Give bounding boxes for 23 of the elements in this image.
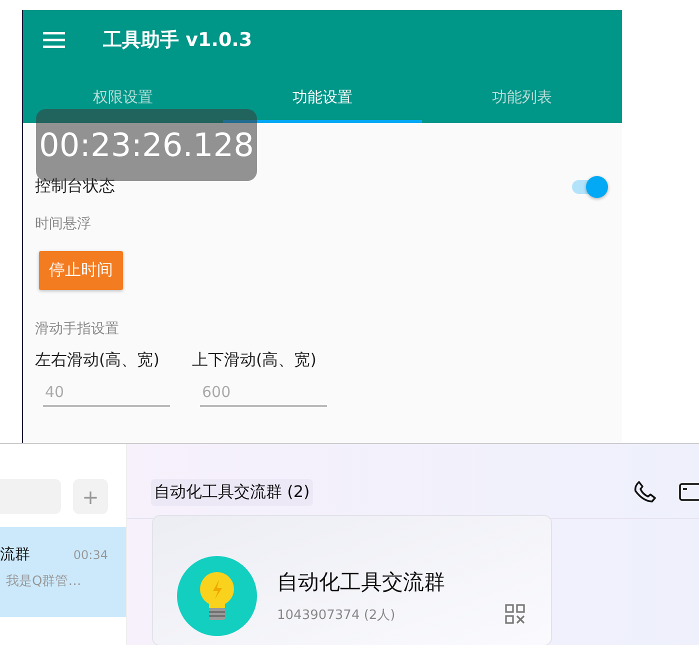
conversation-name: 流群 <box>0 545 30 564</box>
message-preview: 我是Q群管… <box>5 573 82 590</box>
conversation-item[interactable]: 流群 00:34 我是Q群管… <box>0 527 126 617</box>
add-button[interactable]: + <box>73 479 108 514</box>
field-label: 上下滑动(高、宽) <box>192 350 318 371</box>
qr-code-icon[interactable] <box>505 604 525 624</box>
phone-icon[interactable] <box>633 480 657 504</box>
lightbulb-icon <box>177 556 257 636</box>
stop-time-button[interactable]: 停止时间 <box>39 251 123 290</box>
menu-icon[interactable] <box>43 32 65 48</box>
section-label: 时间悬浮 <box>35 215 91 233</box>
field-label: 左右滑动(高、宽) <box>35 350 160 371</box>
input-field[interactable]: 40 <box>43 379 170 407</box>
conversation-time: 00:34 <box>73 548 108 562</box>
section-label: 滑动手指设置 <box>35 320 119 338</box>
group-name: 自动化工具交流群 <box>277 569 445 596</box>
app-title: 工具助手 v1.0.3 <box>103 28 252 53</box>
group-number: 1043907374 (2人) <box>277 607 396 624</box>
input-field[interactable]: 600 <box>200 379 327 407</box>
tab[interactable]: 功能设置 <box>222 70 422 123</box>
tab[interactable]: 功能列表 <box>422 70 622 123</box>
window-icon[interactable] <box>679 482 699 502</box>
chat-title[interactable]: 自动化工具交流群 (2) <box>151 478 313 506</box>
